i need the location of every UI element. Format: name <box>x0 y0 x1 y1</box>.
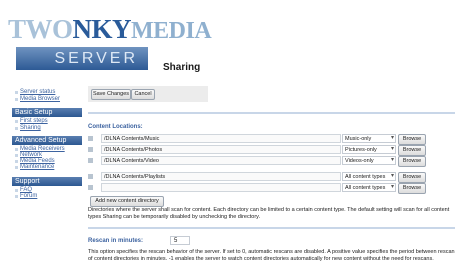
content-path-field[interactable]: /DLNA Contents/Video <box>101 156 341 165</box>
content-type-select[interactable]: Music-only <box>342 134 396 143</box>
content-path-field[interactable]: /DLNA Contents/Photos <box>101 145 341 154</box>
browse-button[interactable]: Browse <box>398 172 426 183</box>
content-type-select[interactable]: All content types <box>342 183 396 192</box>
browse-button[interactable]: Browse <box>398 156 426 167</box>
add-content-directory-button[interactable]: Add new content directory <box>90 196 164 207</box>
content-path-field[interactable]: /DLNA Contents/Playlists <box>101 172 341 181</box>
drag-handle-icon[interactable] <box>88 174 93 179</box>
server-banner: SERVER <box>16 47 148 70</box>
rescan-minutes-input[interactable]: 5 <box>170 236 190 245</box>
cancel-button[interactable]: Cancel <box>131 89 155 100</box>
twonky-logo: TWONKYMEDIA <box>8 14 212 45</box>
nav-link-media-browser[interactable]: Media Browser <box>14 96 60 103</box>
save-changes-button[interactable]: Save Changes <box>91 89 131 100</box>
content-locations-description: Directories where the server shall scan … <box>88 207 450 220</box>
nav-link-forum[interactable]: Forum <box>14 193 37 200</box>
drag-handle-icon[interactable] <box>88 158 93 163</box>
content-locations-heading: Content Locations: <box>88 124 143 130</box>
divider <box>88 227 455 229</box>
nav-link-sharing[interactable]: Sharing <box>15 125 41 132</box>
drag-handle-icon[interactable] <box>88 136 93 141</box>
nav-link-first-steps[interactable]: First steps <box>15 118 48 125</box>
nav-link-maintenance[interactable]: Maintenance <box>14 164 54 171</box>
logo-text-part1: TWO <box>8 14 73 44</box>
content-type-select[interactable]: All content types <box>342 172 396 181</box>
nav-section-support: Support <box>12 177 82 186</box>
content-path-field[interactable] <box>101 183 341 192</box>
logo-text-part2: NKY <box>72 14 132 44</box>
content-type-select[interactable]: Videos-only <box>342 156 396 165</box>
browse-button[interactable]: Browse <box>398 145 426 156</box>
drag-handle-icon[interactable] <box>88 147 93 152</box>
rescan-description: This option specifies the rescan behavio… <box>88 249 455 262</box>
nav-link-server-status[interactable]: Server status <box>14 89 55 96</box>
browse-button[interactable]: Browse <box>398 183 426 194</box>
content-path-field[interactable]: /DLNA Contents/Music <box>101 134 341 143</box>
nav-section-advanced-setup: Advanced Setup <box>12 136 82 145</box>
page-title: Sharing <box>163 62 201 73</box>
rescan-label: Rescan in minutes: <box>88 238 144 244</box>
logo-text-part3: MEDIA <box>131 18 212 44</box>
content-type-select[interactable]: Pictures-only <box>342 145 396 154</box>
drag-handle-icon[interactable] <box>88 185 93 190</box>
browse-button[interactable]: Browse <box>398 134 426 145</box>
nav-section-basic-setup: Basic Setup <box>12 108 82 117</box>
divider <box>88 112 455 114</box>
